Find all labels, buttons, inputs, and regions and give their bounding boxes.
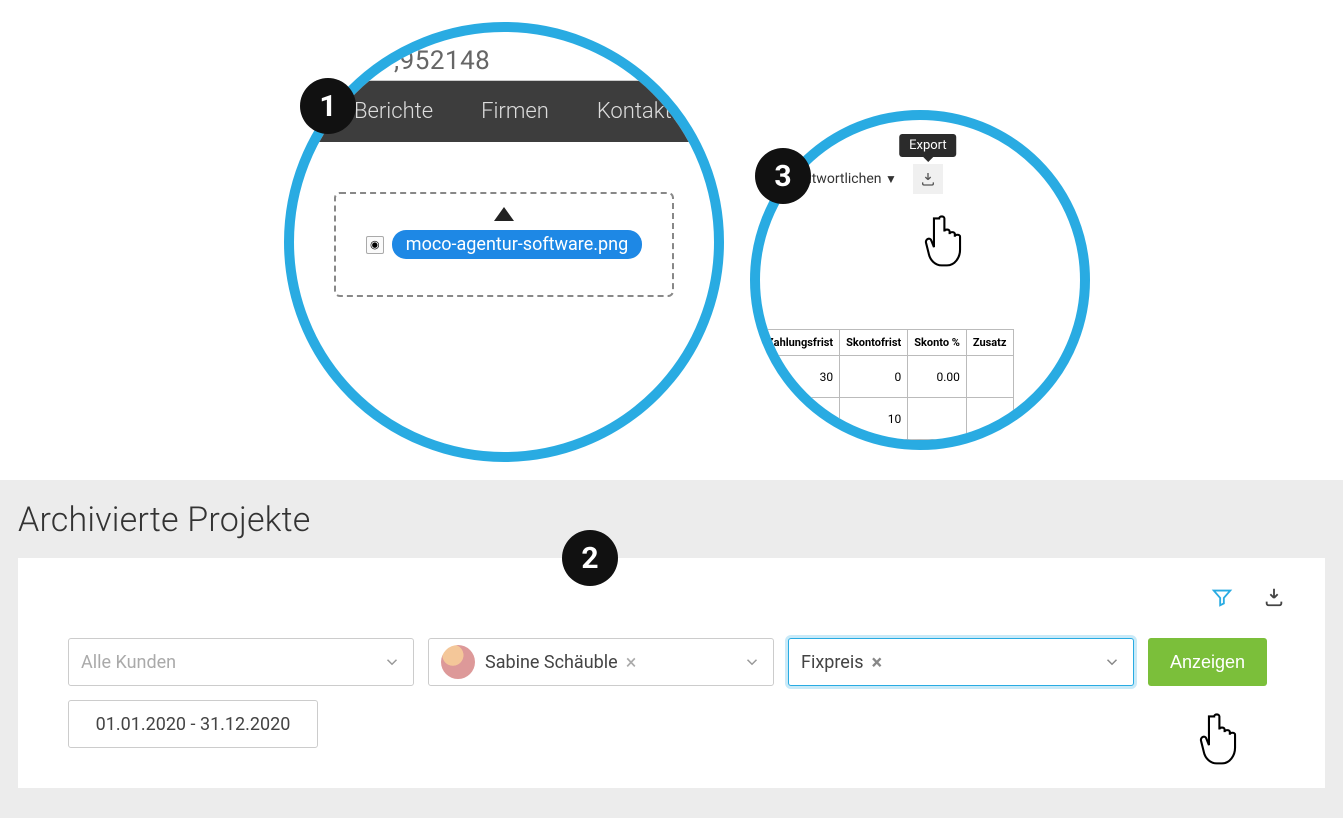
cell	[908, 398, 967, 440]
panel-toolbar	[18, 558, 1325, 628]
col-skontofrist: Skontofrist	[840, 330, 908, 356]
top-nav: Berichte Firmen Kontakte	[294, 81, 714, 142]
pointer-cursor-icon	[920, 208, 974, 272]
nav-item-berichte[interactable]: Berichte	[354, 99, 433, 124]
cell	[966, 356, 1013, 398]
date-range-value: 01.01.2020 - 31.12.2020	[96, 714, 291, 735]
step-badge-2: 2	[562, 530, 618, 586]
clear-user-icon[interactable]: ×	[618, 650, 645, 674]
responsible-dropdown-label: ntwortlichen	[804, 171, 882, 187]
chevron-down-icon: ▼	[885, 172, 897, 186]
cell: 0.00	[908, 356, 967, 398]
dropzone-pointer-icon	[494, 207, 514, 221]
col-skontopct: Skonto %	[908, 330, 967, 356]
url-fragment: ,952148	[294, 32, 714, 81]
clear-pricetype-icon[interactable]: ×	[864, 650, 891, 674]
download-icon[interactable]	[1263, 586, 1285, 608]
show-button[interactable]: Anzeigen	[1148, 638, 1267, 686]
col-zusatz: Zusatz	[966, 330, 1013, 356]
export-preview-table: Zahlungsfrist Skontofrist Skonto % Zusat…	[760, 329, 1014, 440]
page-title: Archivierte Projekte	[18, 480, 1325, 558]
user-select-value: Sabine Schäuble	[485, 652, 618, 673]
table-row: 30 0 0.00	[761, 356, 1014, 398]
date-range-input[interactable]: 01.01.2020 - 31.12.2020	[68, 700, 318, 748]
cell: 10	[840, 398, 908, 440]
pricetype-select-value: Fixpreis	[801, 652, 864, 673]
filter-row: Alle Kunden Sabine Schäuble × Fixpreis ×…	[18, 628, 1325, 788]
step-badge-1: 1	[300, 78, 356, 134]
pricetype-select[interactable]: Fixpreis ×	[788, 638, 1134, 686]
chevron-down-icon	[383, 653, 401, 671]
file-type-icon: ◉	[366, 236, 384, 254]
table-row: 30 10	[761, 398, 1014, 440]
filter-icon[interactable]	[1211, 586, 1233, 608]
download-icon	[920, 171, 936, 187]
export-button[interactable]: Export	[913, 164, 943, 194]
uploaded-file-chip[interactable]: moco-agentur-software.png	[392, 230, 642, 259]
col-zahlungsfrist: Zahlungsfrist	[761, 330, 840, 356]
archived-projects-panel: Archivierte Projekte Alle Kunden Sabine …	[0, 480, 1343, 818]
cell: 30	[761, 356, 840, 398]
export-tooltip: Export	[899, 134, 957, 157]
user-select[interactable]: Sabine Schäuble ×	[428, 638, 774, 686]
nav-item-kontakte[interactable]: Kontakte	[597, 99, 683, 124]
customer-select-placeholder: Alle Kunden	[81, 652, 176, 673]
customer-select[interactable]: Alle Kunden	[68, 638, 414, 686]
step-badge-3: 3	[755, 148, 811, 204]
cell	[966, 398, 1013, 440]
chevron-down-icon	[743, 653, 761, 671]
cell: 0	[840, 356, 908, 398]
avatar	[441, 645, 475, 679]
nav-item-firmen[interactable]: Firmen	[481, 99, 549, 124]
chevron-down-icon	[1103, 653, 1121, 671]
cell: 30	[761, 398, 840, 440]
responsible-dropdown[interactable]: ntwortlichen ▼	[804, 171, 897, 187]
